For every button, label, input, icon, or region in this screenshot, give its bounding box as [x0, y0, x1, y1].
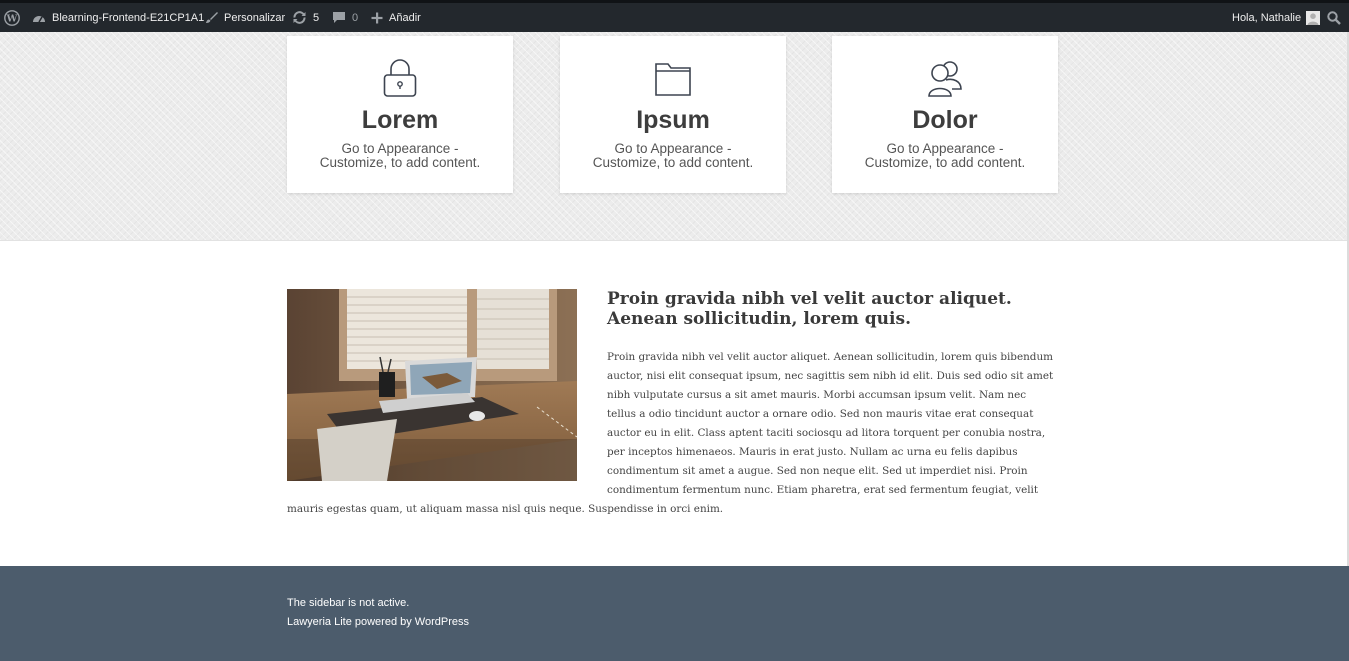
folder-icon: [655, 63, 691, 96]
brush-icon: [206, 12, 218, 23]
about-heading: Proin gravida nibh vel velit auctor aliq…: [607, 289, 1012, 329]
service-description: Go to Appearance - Customize, to add con…: [864, 141, 1026, 170]
about-section: Proin gravida nibh vel velit auctor aliq…: [0, 242, 1349, 566]
avatar: [1306, 10, 1321, 25]
lock-icon: [383, 59, 417, 97]
refresh-icon: [293, 11, 306, 24]
customize-menu[interactable]: Personalizar: [205, 3, 285, 32]
services-section: Lorem Go to Appearance - Customize, to a…: [0, 32, 1349, 241]
about-body-continued: mauris egestas quam, ut aliquam massa ni…: [287, 503, 724, 515]
service-card-lorem: Lorem Go to Appearance - Customize, to a…: [287, 36, 513, 193]
sidebar-notice: The sidebar is not active.: [287, 597, 410, 609]
site-footer: The sidebar is not active. Lawyeria Lite…: [0, 566, 1349, 661]
wordpress-logo-icon[interactable]: W: [4, 3, 20, 32]
service-card-dolor: Dolor Go to Appearance - Customize, to a…: [832, 36, 1058, 193]
greeting: Hola, Nathalie: [1232, 11, 1302, 24]
account-menu[interactable]: Hola, Nathalie: [1232, 3, 1321, 32]
customize-label: Personalizar: [224, 11, 286, 24]
site-name: Blearning-Frontend-E21CP1A1: [52, 11, 205, 24]
service-title: Ipsum: [636, 106, 710, 134]
svg-text:W: W: [6, 13, 18, 24]
comments-menu[interactable]: 0: [332, 3, 358, 32]
dashboard-icon: [33, 15, 45, 22]
add-new-label: Añadir: [389, 11, 421, 24]
users-icon: [928, 61, 962, 97]
updates-count: 5: [313, 11, 320, 24]
add-new-menu[interactable]: Añadir: [371, 3, 421, 32]
admin-bar: W Blearning-Frontend-E21CP1A1 Personaliz…: [0, 0, 1349, 32]
service-description: Go to Appearance - Customize, to add con…: [319, 141, 481, 170]
search-icon[interactable]: [1327, 3, 1341, 32]
service-title: Dolor: [912, 106, 978, 134]
site-name-menu[interactable]: Blearning-Frontend-E21CP1A1: [32, 3, 204, 32]
about-body: Proin gravida nibh vel velit auctor aliq…: [607, 351, 1054, 496]
comment-icon: [333, 12, 345, 23]
comments-count: 0: [352, 11, 359, 24]
service-description: Go to Appearance - Customize, to add con…: [592, 141, 754, 170]
service-card-ipsum: Ipsum Go to Appearance - Customize, to a…: [560, 36, 786, 193]
plus-icon: [371, 12, 383, 23]
laptop-desk-photo: [287, 289, 577, 481]
service-title: Lorem: [361, 106, 439, 134]
footer-credit-link[interactable]: Lawyeria Lite powered by WordPress: [287, 616, 469, 628]
updates-menu[interactable]: 5: [292, 3, 319, 32]
